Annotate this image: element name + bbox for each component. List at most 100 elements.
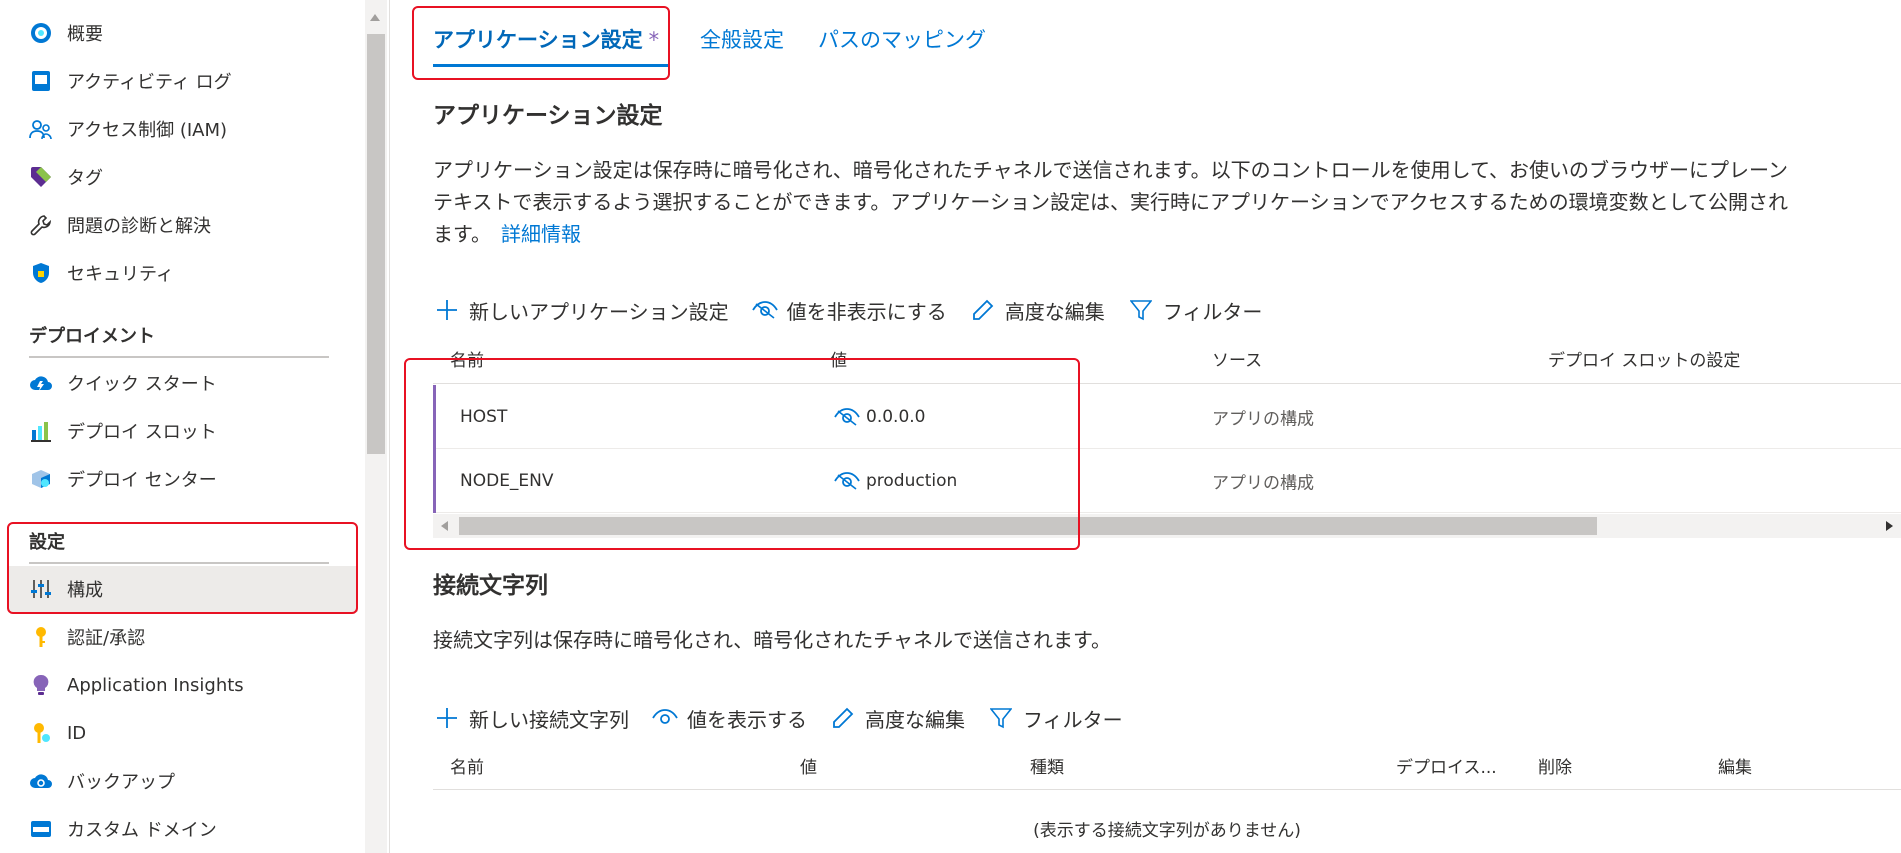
- scrollbar-thumb[interactable]: [367, 34, 385, 454]
- sidebar-item-diagnose[interactable]: 問題の診断と解決: [0, 202, 362, 248]
- table-row[interactable]: HOST 0.0.0.0 アプリの構成: [433, 385, 1901, 449]
- scroll-left-icon[interactable]: [441, 521, 448, 531]
- connection-strings-toolbar: 新しい接続文字列 値を表示する 高度な編集 フィルター: [433, 700, 1145, 736]
- sidebar-item-deploy-slots[interactable]: デプロイ スロット: [0, 408, 362, 454]
- eye-icon: [651, 704, 679, 732]
- access-control-icon: [29, 117, 53, 141]
- tab-path-mappings[interactable]: パスのマッピング: [818, 24, 986, 54]
- sidebar-item-label: アクセス制御 (IAM): [67, 120, 228, 141]
- plus-icon: [433, 296, 461, 324]
- resource-menu: 概要 アクティビティ ログ アクセス制御 (IAM) タグ 問題の診断と解決 セ…: [0, 0, 362, 853]
- section-divider: [29, 356, 329, 358]
- column-header-type[interactable]: 種類: [1030, 753, 1064, 778]
- sidebar-item-configuration[interactable]: 構成: [8, 566, 358, 612]
- sidebar-scrollbar[interactable]: [365, 0, 387, 853]
- sidebar-item-overview[interactable]: 概要: [0, 10, 362, 56]
- app-settings-toolbar: 新しいアプリケーション設定 値を非表示にする 高度な編集 フィルター: [433, 292, 1284, 328]
- sidebar-item-label: Application Insights: [67, 674, 244, 696]
- sidebar-item-label: デプロイ スロット: [67, 422, 217, 443]
- sidebar-item-quickstart[interactable]: クイック スタート: [0, 360, 362, 406]
- hide-values-button[interactable]: 値を非表示にする: [751, 296, 947, 325]
- eye-hide-icon[interactable]: [834, 407, 860, 427]
- section-divider: [29, 562, 329, 564]
- deploy-center-icon: [29, 467, 53, 491]
- shield-icon: [29, 261, 53, 285]
- scrollbar-thumb[interactable]: [459, 517, 1597, 535]
- setting-name[interactable]: NODE_ENV: [460, 471, 554, 491]
- column-header-name[interactable]: 名前: [450, 346, 484, 371]
- activity-log-icon: [29, 69, 53, 93]
- cloud-icon: [29, 371, 53, 395]
- sidebar-item-label: 認証/承認: [67, 628, 146, 649]
- scroll-right-icon[interactable]: [1886, 521, 1893, 531]
- table-header-divider: [433, 383, 1901, 384]
- active-tab-indicator: [433, 64, 669, 67]
- table-row[interactable]: NODE_ENV production アプリの構成: [433, 449, 1901, 513]
- sliders-icon: [29, 577, 53, 601]
- column-header-name[interactable]: 名前: [450, 753, 484, 778]
- sidebar-item-security[interactable]: セキュリティ: [0, 250, 362, 296]
- lightbulb-icon: [29, 673, 53, 697]
- column-header-value[interactable]: 値: [830, 346, 847, 371]
- sidebar-item-deploy-center[interactable]: デプロイ センター: [0, 456, 362, 502]
- button-label: 高度な編集: [1004, 299, 1105, 324]
- table-header-divider: [433, 789, 1901, 790]
- setting-value[interactable]: 0.0.0.0: [834, 407, 925, 427]
- setting-source: アプリの構成: [1212, 409, 1314, 429]
- column-header-slot-setting[interactable]: デプロイス...: [1396, 753, 1497, 778]
- sidebar-item-custom-domain[interactable]: カスタム ドメイン: [0, 806, 362, 852]
- tab-label: アプリケーション設定: [433, 28, 643, 52]
- column-header-source[interactable]: ソース: [1212, 346, 1262, 371]
- table-horizontal-scrollbar[interactable]: [433, 514, 1901, 538]
- advanced-edit-button[interactable]: 高度な編集: [969, 296, 1105, 325]
- tab-application-settings[interactable]: アプリケーション設定 *: [433, 24, 659, 54]
- setting-value[interactable]: production: [834, 471, 957, 491]
- new-app-setting-button[interactable]: 新しいアプリケーション設定: [433, 296, 729, 325]
- tab-general-settings[interactable]: 全般設定: [700, 24, 784, 54]
- sidebar-item-auth[interactable]: 認証/承認: [0, 614, 362, 660]
- key-icon: [29, 625, 53, 649]
- eye-hide-icon[interactable]: [834, 471, 860, 491]
- filter-icon: [987, 704, 1015, 732]
- identity-key-icon: [29, 721, 53, 745]
- new-connection-string-button[interactable]: 新しい接続文字列: [433, 704, 629, 733]
- sidebar-item-label: アクティビティ ログ: [67, 72, 232, 93]
- description-text: ます。: [433, 222, 491, 246]
- button-label: 新しいアプリケーション設定: [469, 299, 729, 324]
- sidebar-item-access-control[interactable]: アクセス制御 (IAM): [0, 106, 362, 152]
- sidebar-item-backup[interactable]: バックアップ: [0, 758, 362, 804]
- column-header-slot-setting[interactable]: デプロイ スロットの設定: [1548, 346, 1740, 371]
- description-line: アプリケーション設定は保存時に暗号化され、暗号化されたチャネルで送信されます。以…: [433, 158, 1788, 182]
- filter-button[interactable]: フィルター: [1127, 296, 1262, 325]
- filter-button[interactable]: フィルター: [987, 704, 1123, 733]
- section-deployment-header: デプロイメント: [29, 326, 155, 347]
- backup-icon: [29, 769, 53, 793]
- sidebar-item-label: ID: [67, 722, 87, 744]
- value-text: 0.0.0.0: [866, 406, 926, 427]
- description-line: テキストで表示するよう選択することができます。アプリケーション設定は、実行時にア…: [433, 190, 1788, 214]
- wrench-icon: [29, 213, 53, 237]
- sidebar-item-tags[interactable]: タグ: [0, 154, 362, 200]
- scroll-up-icon[interactable]: [370, 14, 380, 21]
- learn-more-link[interactable]: 詳細情報: [501, 222, 581, 246]
- setting-source: アプリの構成: [1212, 473, 1314, 493]
- app-settings-description: アプリケーション設定は保存時に暗号化され、暗号化されたチャネルで送信されます。以…: [433, 154, 1873, 250]
- sidebar-item-identity[interactable]: ID: [0, 710, 362, 756]
- sidebar-item-activity-log[interactable]: アクティビティ ログ: [0, 58, 362, 104]
- sidebar-item-app-insights[interactable]: Application Insights: [0, 662, 362, 708]
- pencil-icon: [829, 704, 857, 732]
- sidebar-item-label: カスタム ドメイン: [67, 820, 217, 841]
- configuration-pane: アプリケーション設定 * 全般設定 パスのマッピング アプリケーション設定 アプリ…: [390, 0, 1901, 853]
- slots-icon: [29, 419, 53, 443]
- advanced-edit-button[interactable]: 高度な編集: [829, 704, 965, 733]
- column-header-value[interactable]: 値: [800, 753, 817, 778]
- connection-strings-description: 接続文字列は保存時に暗号化され、暗号化されたチャネルで送信されます。: [433, 628, 1111, 652]
- column-header-edit: 編集: [1718, 758, 1752, 778]
- section-heading-app-settings: アプリケーション設定: [433, 103, 663, 129]
- setting-name[interactable]: HOST: [460, 407, 507, 427]
- sidebar-item-label: デプロイ センター: [67, 470, 217, 491]
- filter-icon: [1127, 296, 1155, 324]
- column-header-delete: 削除: [1538, 758, 1572, 778]
- show-values-button[interactable]: 値を表示する: [651, 704, 807, 733]
- pencil-icon: [969, 296, 997, 324]
